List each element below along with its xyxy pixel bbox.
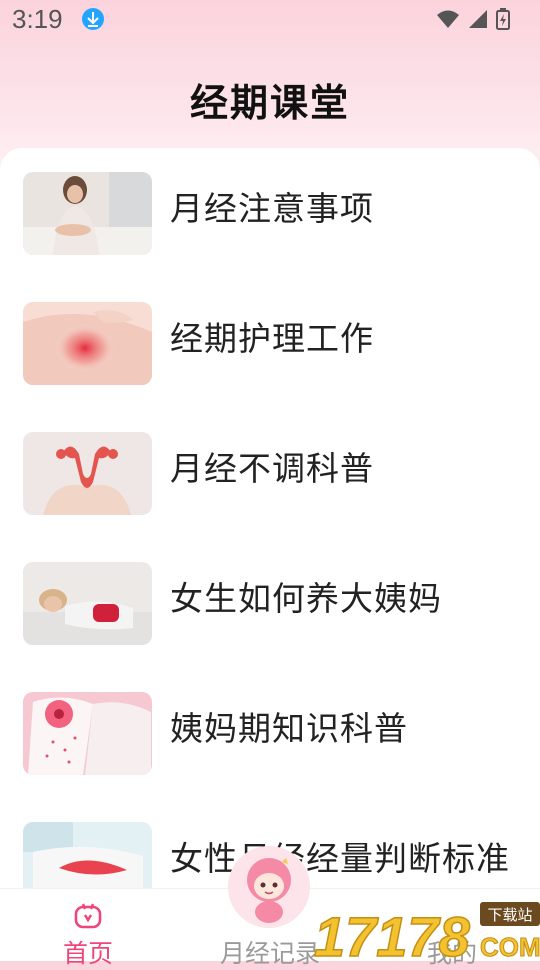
mascot-avatar-button[interactable]: [228, 846, 310, 928]
article-title: 女性月经经量判断标准: [170, 839, 510, 878]
site-watermark: 17178 下载站 COM: [313, 898, 540, 969]
status-bar: 3:19: [0, 0, 540, 40]
list-item[interactable]: 女生如何养大姨妈: [0, 562, 540, 662]
watermark-number: 17178: [314, 905, 471, 960]
article-title: 女生如何养大姨妈: [170, 579, 442, 618]
status-time: 3:19: [12, 4, 63, 34]
list-item[interactable]: 姨妈期知识科普: [0, 692, 540, 792]
tab-home[interactable]: 首页: [8, 889, 168, 968]
watermark-suffix: COM: [480, 932, 540, 960]
article-title: 经期护理工作: [170, 319, 374, 358]
home-icon: [74, 903, 102, 933]
article-thumbnail: [23, 562, 152, 645]
tab-home-label: 首页: [62, 939, 113, 968]
wifi-icon: [437, 10, 459, 28]
list-item[interactable]: 月经注意事项: [0, 172, 540, 272]
article-title: 月经注意事项: [170, 189, 374, 228]
article-thumbnail: [23, 172, 152, 255]
article-thumbnail: [23, 302, 152, 385]
battery-icon: [496, 8, 510, 30]
article-title: 姨妈期知识科普: [170, 709, 408, 748]
list-item[interactable]: 月经不调科普: [0, 432, 540, 532]
list-item[interactable]: 经期护理工作: [0, 302, 540, 402]
page-title: 经期课堂: [189, 81, 350, 125]
article-title: 月经不调科普: [170, 449, 374, 488]
signal-icon: [469, 10, 487, 28]
article-thumbnail: [23, 432, 152, 515]
watermark-badge: 下载站: [487, 906, 532, 924]
article-thumbnail: [23, 692, 152, 775]
article-list-card: 月经注意事项 经期护理工作 月经不调科普 女生如何养大姨妈 姨妈期知识科普 女性…: [0, 148, 540, 960]
download-icon: [82, 8, 104, 30]
